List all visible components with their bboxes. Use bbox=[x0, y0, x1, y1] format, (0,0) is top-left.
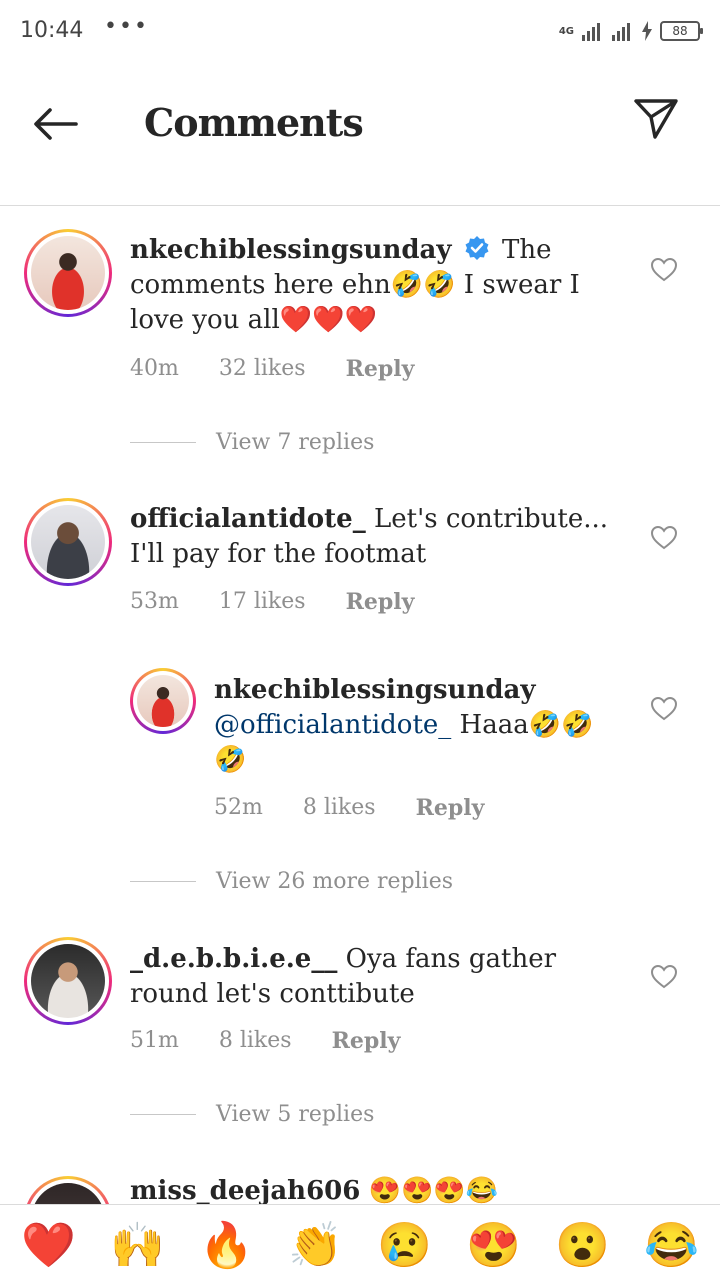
comment-likes[interactable]: 8 likes bbox=[219, 1028, 292, 1054]
charging-icon bbox=[642, 21, 652, 41]
avatar-image bbox=[31, 505, 105, 579]
avatar-image bbox=[137, 675, 189, 727]
reaction-raised-hands[interactable]: 🙌 bbox=[103, 1216, 173, 1276]
quick-reaction-bar: ❤️ 🙌 🔥 👏 😢 😍 😮 😂 bbox=[0, 1204, 720, 1286]
heart-outline-icon bbox=[650, 696, 678, 721]
comment-meta: 52m 8 likes Reply bbox=[214, 795, 484, 821]
comment-time: 51m bbox=[130, 1028, 179, 1053]
view-replies-label: View 26 more replies bbox=[216, 869, 454, 894]
status-dots: ••• bbox=[104, 14, 149, 39]
view-replies-label: View 5 replies bbox=[216, 1102, 375, 1127]
comment-username[interactable]: officialantidote_ bbox=[130, 504, 366, 534]
view-replies-button[interactable]: View 5 replies bbox=[130, 1102, 374, 1127]
like-button[interactable] bbox=[650, 963, 678, 991]
reaction-fire[interactable]: 🔥 bbox=[192, 1216, 262, 1276]
comment-time: 53m bbox=[130, 589, 179, 614]
heart-outline-icon bbox=[650, 525, 678, 550]
reaction-surprised[interactable]: 😮 bbox=[548, 1216, 618, 1276]
signal-icon-2 bbox=[612, 23, 630, 41]
avatar[interactable] bbox=[24, 229, 112, 317]
signal-icon bbox=[582, 23, 600, 41]
reaction-clap[interactable]: 👏 bbox=[281, 1216, 351, 1276]
reply-button[interactable]: Reply bbox=[416, 795, 485, 821]
comment-likes[interactable]: 32 likes bbox=[219, 356, 306, 382]
divider bbox=[130, 442, 196, 443]
network-label: 4G bbox=[558, 25, 574, 37]
avatar-image bbox=[31, 236, 105, 310]
like-button[interactable] bbox=[650, 695, 678, 723]
divider bbox=[130, 881, 196, 882]
heart-outline-icon bbox=[650, 964, 678, 989]
like-button[interactable] bbox=[650, 256, 678, 284]
page-title: Comments bbox=[144, 100, 364, 145]
avatar[interactable] bbox=[24, 498, 112, 586]
comment-meta: 40m 32 likes Reply bbox=[130, 356, 414, 382]
comment-likes[interactable]: 8 likes bbox=[303, 795, 376, 821]
back-arrow-icon bbox=[34, 108, 78, 140]
comment-text: officialantidote_ Let's contribute... I'… bbox=[130, 502, 630, 572]
like-button[interactable] bbox=[650, 524, 678, 552]
comment-text: nkechiblessingsunday The comments here e… bbox=[130, 233, 630, 338]
comment-username[interactable]: _d.e.b.b.i.e.e__ bbox=[130, 944, 337, 974]
status-bar: 10:44 ••• 4G 88 bbox=[0, 0, 720, 64]
reaction-heart-eyes[interactable]: 😍 bbox=[459, 1216, 529, 1276]
reaction-heart[interactable]: ❤️ bbox=[14, 1216, 84, 1276]
view-replies-button[interactable]: View 26 more replies bbox=[130, 869, 453, 894]
heart-outline-icon bbox=[650, 257, 678, 282]
reply-text: nkechiblessingsunday @officialantidote_ … bbox=[214, 673, 624, 778]
view-replies-label: View 7 replies bbox=[216, 430, 375, 455]
reply-button[interactable]: Reply bbox=[332, 1028, 401, 1054]
avatar-image bbox=[31, 944, 105, 1018]
status-time: 10:44 bbox=[20, 18, 84, 43]
comment-username[interactable]: nkechiblessingsunday bbox=[130, 235, 451, 265]
comment-body: 😍😍😍😂 bbox=[368, 1176, 499, 1206]
avatar[interactable] bbox=[24, 937, 112, 1025]
comment-likes[interactable]: 17 likes bbox=[219, 589, 306, 615]
view-replies-button[interactable]: View 7 replies bbox=[130, 430, 374, 455]
comments-header: Comments bbox=[0, 64, 720, 206]
mention-link[interactable]: @officialantidote_ bbox=[214, 710, 451, 740]
status-icons: 4G 88 bbox=[558, 18, 703, 44]
comment-username[interactable]: nkechiblessingsunday bbox=[214, 675, 535, 705]
avatar[interactable] bbox=[130, 668, 196, 734]
divider bbox=[130, 1114, 196, 1115]
reaction-laughing[interactable]: 😂 bbox=[637, 1216, 707, 1276]
direct-send-icon bbox=[634, 99, 678, 139]
comment-meta: 53m 17 likes Reply bbox=[130, 589, 414, 615]
reply-button[interactable]: Reply bbox=[346, 589, 415, 615]
reaction-crying[interactable]: 😢 bbox=[370, 1216, 440, 1276]
comment-meta: 51m 8 likes Reply bbox=[130, 1028, 400, 1054]
direct-send-button[interactable] bbox=[628, 94, 684, 144]
battery-level: 88 bbox=[672, 24, 688, 38]
comment-time: 52m bbox=[214, 795, 263, 820]
comment-time: 40m bbox=[130, 356, 179, 381]
back-button[interactable] bbox=[28, 100, 84, 148]
reply-button[interactable]: Reply bbox=[346, 356, 415, 382]
comment-text: _d.e.b.b.i.e.e__ Oya fans gather round l… bbox=[130, 942, 630, 1012]
battery-icon: 88 bbox=[660, 21, 703, 41]
comment-username[interactable]: miss_deejah606 bbox=[130, 1176, 360, 1206]
verified-badge-icon bbox=[465, 236, 489, 260]
